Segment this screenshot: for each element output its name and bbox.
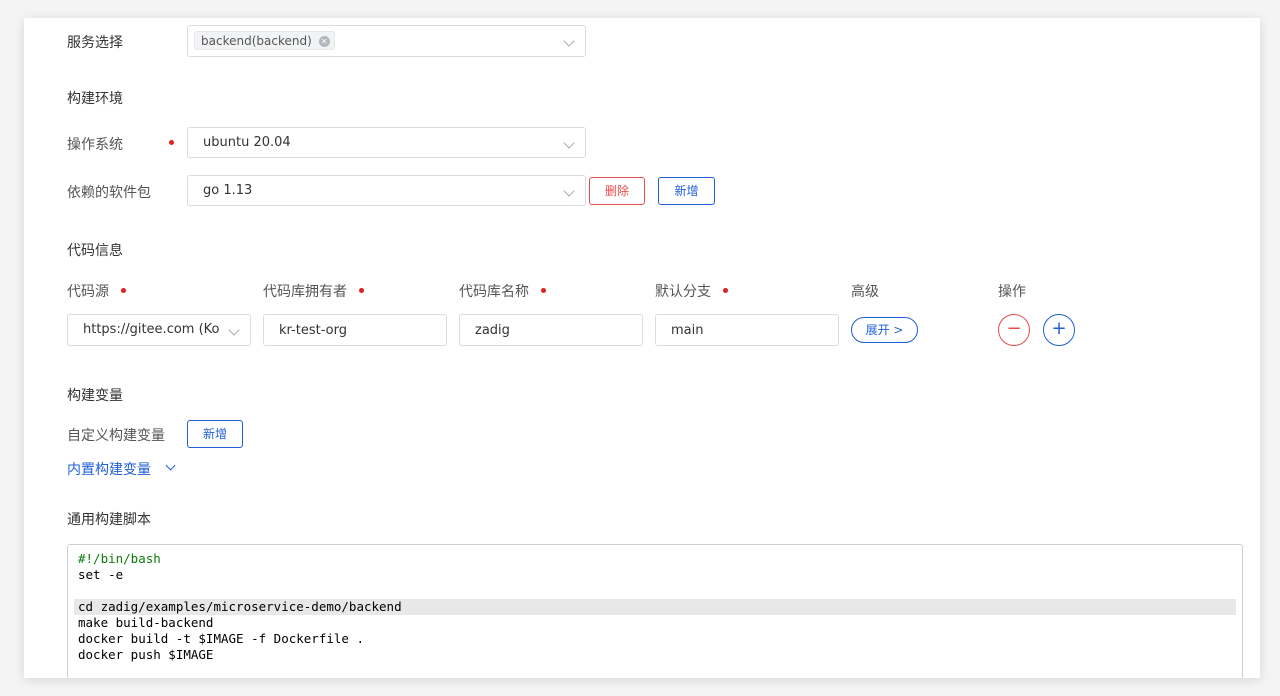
os-label: 操作系统 <box>67 137 123 153</box>
repo-name-input[interactable]: zadig <box>459 314 643 346</box>
expand-advanced-button[interactable]: 展开 > <box>851 317 918 343</box>
minus-icon: − <box>1006 318 1022 339</box>
tag-remove-icon[interactable]: ✕ <box>318 36 330 47</box>
builtin-vars-toggle[interactable]: 内置构建变量 <box>67 459 176 479</box>
chevron-down-icon <box>228 324 240 336</box>
required-dot <box>723 288 728 293</box>
custom-vars-label: 自定义构建变量 <box>67 428 165 444</box>
plus-icon: + <box>1051 318 1067 339</box>
code-line: set -e <box>78 567 124 582</box>
service-tag: backend(backend) ✕ <box>194 31 335 50</box>
service-label: 服务选择 <box>67 35 123 51</box>
chevron-down-icon <box>165 460 176 471</box>
repo-owner-input[interactable]: kr-test-org <box>263 314 447 346</box>
code-info-title: 代码信息 <box>67 243 123 259</box>
required-dot <box>121 288 126 293</box>
code-line: #!/bin/bash <box>78 551 161 566</box>
remove-repo-button[interactable]: − <box>998 314 1030 346</box>
chevron-down-icon <box>563 185 575 197</box>
required-dot <box>541 288 546 293</box>
header-branch: 默认分支 <box>655 284 711 300</box>
service-tag-label: backend(backend) <box>201 34 312 48</box>
branch-input[interactable]: main <box>655 314 839 346</box>
delete-dep-button[interactable]: 删除 <box>589 177 645 205</box>
os-value: ubuntu 20.04 <box>203 135 291 150</box>
chevron-down-icon <box>563 35 575 47</box>
build-env-title: 构建环境 <box>67 91 123 107</box>
header-advanced: 高级 <box>851 284 879 300</box>
code-line: cd zadig/examples/microservice-demo/back… <box>78 599 402 614</box>
code-source-value: https://gitee.com (Kode <box>83 322 220 337</box>
repo-owner-value: kr-test-org <box>279 323 347 338</box>
branch-value: main <box>671 323 704 338</box>
header-repo: 代码库名称 <box>459 284 529 300</box>
repo-name-value: zadig <box>475 323 510 338</box>
chevron-down-icon <box>563 137 575 149</box>
add-dep-button[interactable]: 新增 <box>658 177 715 205</box>
add-custom-var-button[interactable]: 新增 <box>187 420 243 448</box>
deps-select[interactable]: go 1.13 <box>187 175 586 206</box>
os-select[interactable]: ubuntu 20.04 <box>187 127 586 158</box>
deps-value: go 1.13 <box>203 183 253 198</box>
code-source-select[interactable]: https://gitee.com (Kode <box>67 314 251 346</box>
code-line: make build-backend <box>78 615 214 630</box>
build-vars-title: 构建变量 <box>67 388 123 404</box>
script-title: 通用构建脚本 <box>67 512 151 528</box>
deps-label: 依赖的软件包 <box>67 185 151 201</box>
build-config-panel: 服务选择 backend(backend) ✕ 构建环境 操作系统 ubuntu… <box>24 18 1260 678</box>
code-line: docker push $IMAGE <box>78 647 214 662</box>
header-source: 代码源 <box>67 284 109 300</box>
service-select[interactable]: backend(backend) ✕ <box>187 25 586 57</box>
header-owner: 代码库拥有者 <box>263 284 347 300</box>
add-repo-button[interactable]: + <box>1043 314 1075 346</box>
header-actions: 操作 <box>998 284 1026 300</box>
builtin-vars-label: 内置构建变量 <box>67 462 151 478</box>
required-dot <box>359 288 364 293</box>
required-dot <box>169 140 174 145</box>
code-line: docker build -t $IMAGE -f Dockerfile . <box>78 631 364 646</box>
script-editor[interactable]: #!/bin/bash set -e cd zadig/examples/mic… <box>67 544 1243 678</box>
